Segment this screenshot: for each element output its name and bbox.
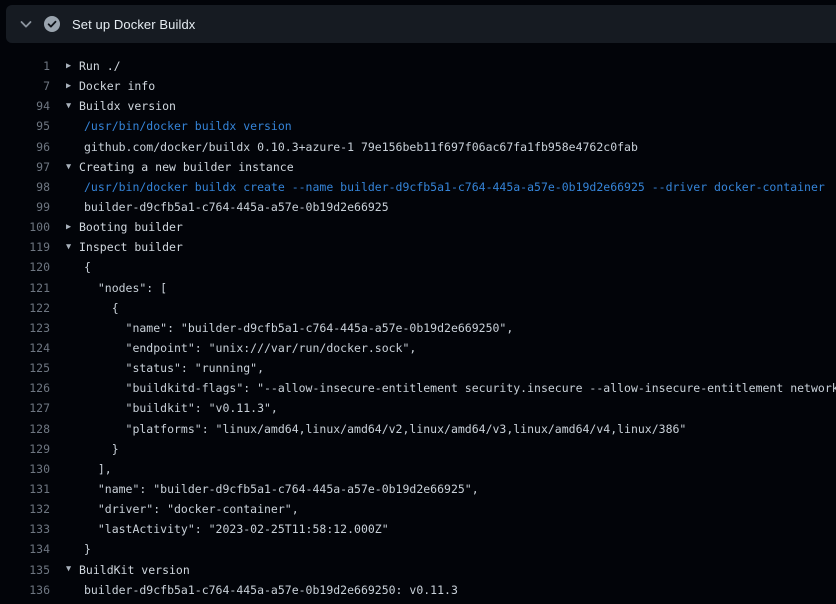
line-number[interactable]: 132 bbox=[0, 502, 50, 516]
group-toggle-icon[interactable]: ▼ bbox=[66, 243, 79, 252]
log-line: 133 "lastActivity": "2023-02-25T11:58:12… bbox=[0, 519, 836, 539]
log-text: "lastActivity": "2023-02-25T11:58:12.000… bbox=[66, 522, 389, 536]
line-number[interactable]: 122 bbox=[0, 301, 50, 315]
log-line: 125 "status": "running", bbox=[0, 358, 836, 378]
line-number[interactable]: 94 bbox=[0, 99, 50, 113]
line-number[interactable]: 95 bbox=[0, 119, 50, 133]
log-line: 95 /usr/bin/docker buildx version bbox=[0, 116, 836, 136]
log-line: 128 "platforms": "linux/amd64,linux/amd6… bbox=[0, 419, 836, 439]
line-number[interactable]: 98 bbox=[0, 180, 50, 194]
group-toggle-icon[interactable]: ▶ bbox=[66, 62, 79, 71]
log-line: 123 "name": "builder-d9cfb5a1-c764-445a-… bbox=[0, 318, 836, 338]
log-text: BuildKit version bbox=[79, 563, 190, 577]
log-line: 129 } bbox=[0, 439, 836, 459]
log-text: { bbox=[66, 260, 91, 274]
log-line: 130 ], bbox=[0, 459, 836, 479]
log-text: "name": "builder-d9cfb5a1-c764-445a-a57e… bbox=[66, 482, 479, 496]
log-text: "buildkit": "v0.11.3", bbox=[66, 401, 278, 415]
log-text: "platforms": "linux/amd64,linux/amd64/v2… bbox=[66, 422, 686, 436]
log-text: Booting builder bbox=[79, 220, 183, 234]
line-number[interactable]: 125 bbox=[0, 361, 50, 375]
log-line: 134 } bbox=[0, 539, 836, 559]
log-text: Buildx version bbox=[79, 99, 176, 113]
log-line: 121 "nodes": [ bbox=[0, 278, 836, 298]
log-lines: 1 ▶Run ./ 7 ▶Docker info 94 ▼Buildx vers… bbox=[0, 43, 836, 604]
log-line[interactable]: 100 ▶Booting builder bbox=[0, 217, 836, 237]
line-number[interactable]: 136 bbox=[0, 583, 50, 597]
log-line: 96 github.com/docker/buildx 0.10.3+azure… bbox=[0, 137, 836, 157]
log-text: Docker info bbox=[79, 79, 155, 93]
line-number[interactable]: 127 bbox=[0, 401, 50, 415]
log-text: } bbox=[66, 442, 119, 456]
check-circle-icon bbox=[44, 16, 60, 32]
line-number[interactable]: 135 bbox=[0, 563, 50, 577]
line-number[interactable]: 99 bbox=[0, 200, 50, 214]
line-number[interactable]: 119 bbox=[0, 240, 50, 254]
group-toggle-icon[interactable]: ▶ bbox=[66, 223, 79, 232]
line-number[interactable]: 128 bbox=[0, 422, 50, 436]
log-line: 120 { bbox=[0, 257, 836, 277]
log-text: ], bbox=[66, 462, 112, 476]
log-line: 132 "driver": "docker-container", bbox=[0, 499, 836, 519]
log-line: 99 builder-d9cfb5a1-c764-445a-a57e-0b19d… bbox=[0, 197, 836, 217]
group-toggle-icon[interactable]: ▼ bbox=[66, 565, 79, 574]
line-number[interactable]: 134 bbox=[0, 542, 50, 556]
log-line: 122 { bbox=[0, 298, 836, 318]
line-number[interactable]: 1 bbox=[0, 59, 50, 73]
log-line[interactable]: 119 ▼Inspect builder bbox=[0, 237, 836, 257]
log-line[interactable]: 135 ▼BuildKit version bbox=[0, 560, 836, 580]
log-line[interactable]: 7 ▶Docker info bbox=[0, 76, 836, 96]
log-text: "status": "running", bbox=[66, 361, 264, 375]
line-number[interactable]: 100 bbox=[0, 220, 50, 234]
log-line[interactable]: 94 ▼Buildx version bbox=[0, 96, 836, 116]
line-number[interactable]: 120 bbox=[0, 260, 50, 274]
log-line: 136 builder-d9cfb5a1-c764-445a-a57e-0b19… bbox=[0, 580, 836, 600]
log-text: github.com/docker/buildx 0.10.3+azure-1 … bbox=[66, 140, 638, 154]
log-text: "buildkitd-flags": "--allow-insecure-ent… bbox=[66, 381, 836, 395]
line-number[interactable]: 124 bbox=[0, 341, 50, 355]
log-text: Run ./ bbox=[79, 59, 121, 73]
log-line: 131 "name": "builder-d9cfb5a1-c764-445a-… bbox=[0, 479, 836, 499]
log-line[interactable]: 97 ▼Creating a new builder instance bbox=[0, 157, 836, 177]
step-header[interactable]: Set up Docker Buildx bbox=[6, 5, 836, 43]
group-toggle-icon[interactable]: ▼ bbox=[66, 163, 79, 172]
actions-log-viewer: Set up Docker Buildx 1 ▶Run ./ 7 ▶Docker… bbox=[0, 0, 836, 604]
line-number[interactable]: 126 bbox=[0, 381, 50, 395]
log-text: "nodes": [ bbox=[66, 281, 167, 295]
log-line: 124 "endpoint": "unix:///var/run/docker.… bbox=[0, 338, 836, 358]
log-text: "name": "builder-d9cfb5a1-c764-445a-a57e… bbox=[66, 321, 513, 335]
line-number[interactable]: 7 bbox=[0, 79, 50, 93]
group-toggle-icon[interactable]: ▼ bbox=[66, 102, 79, 111]
line-number[interactable]: 133 bbox=[0, 522, 50, 536]
line-number[interactable]: 129 bbox=[0, 442, 50, 456]
line-number[interactable]: 123 bbox=[0, 321, 50, 335]
step-title: Set up Docker Buildx bbox=[72, 17, 195, 32]
log-text: builder-d9cfb5a1-c764-445a-a57e-0b19d2e6… bbox=[66, 200, 389, 214]
log-line[interactable]: 1 ▶Run ./ bbox=[0, 56, 836, 76]
log-text: /usr/bin/docker buildx version bbox=[66, 119, 292, 133]
log-text: { bbox=[66, 301, 119, 315]
log-line: 98 /usr/bin/docker buildx create --name … bbox=[0, 177, 836, 197]
log-text: builder-d9cfb5a1-c764-445a-a57e-0b19d2e6… bbox=[66, 583, 458, 597]
chevron-down-icon[interactable] bbox=[18, 16, 34, 32]
log-text: /usr/bin/docker buildx create --name bui… bbox=[66, 180, 825, 194]
log-text: "driver": "docker-container", bbox=[66, 502, 299, 516]
log-text: "endpoint": "unix:///var/run/docker.sock… bbox=[66, 341, 416, 355]
line-number[interactable]: 97 bbox=[0, 160, 50, 174]
line-number[interactable]: 121 bbox=[0, 281, 50, 295]
log-line: 127 "buildkit": "v0.11.3", bbox=[0, 398, 836, 418]
log-line: 126 "buildkitd-flags": "--allow-insecure… bbox=[0, 378, 836, 398]
log-text: } bbox=[66, 542, 91, 556]
log-text: Creating a new builder instance bbox=[79, 160, 294, 174]
log-text: Inspect builder bbox=[79, 240, 183, 254]
line-number[interactable]: 131 bbox=[0, 482, 50, 496]
group-toggle-icon[interactable]: ▶ bbox=[66, 82, 79, 91]
line-number[interactable]: 96 bbox=[0, 140, 50, 154]
line-number[interactable]: 130 bbox=[0, 462, 50, 476]
